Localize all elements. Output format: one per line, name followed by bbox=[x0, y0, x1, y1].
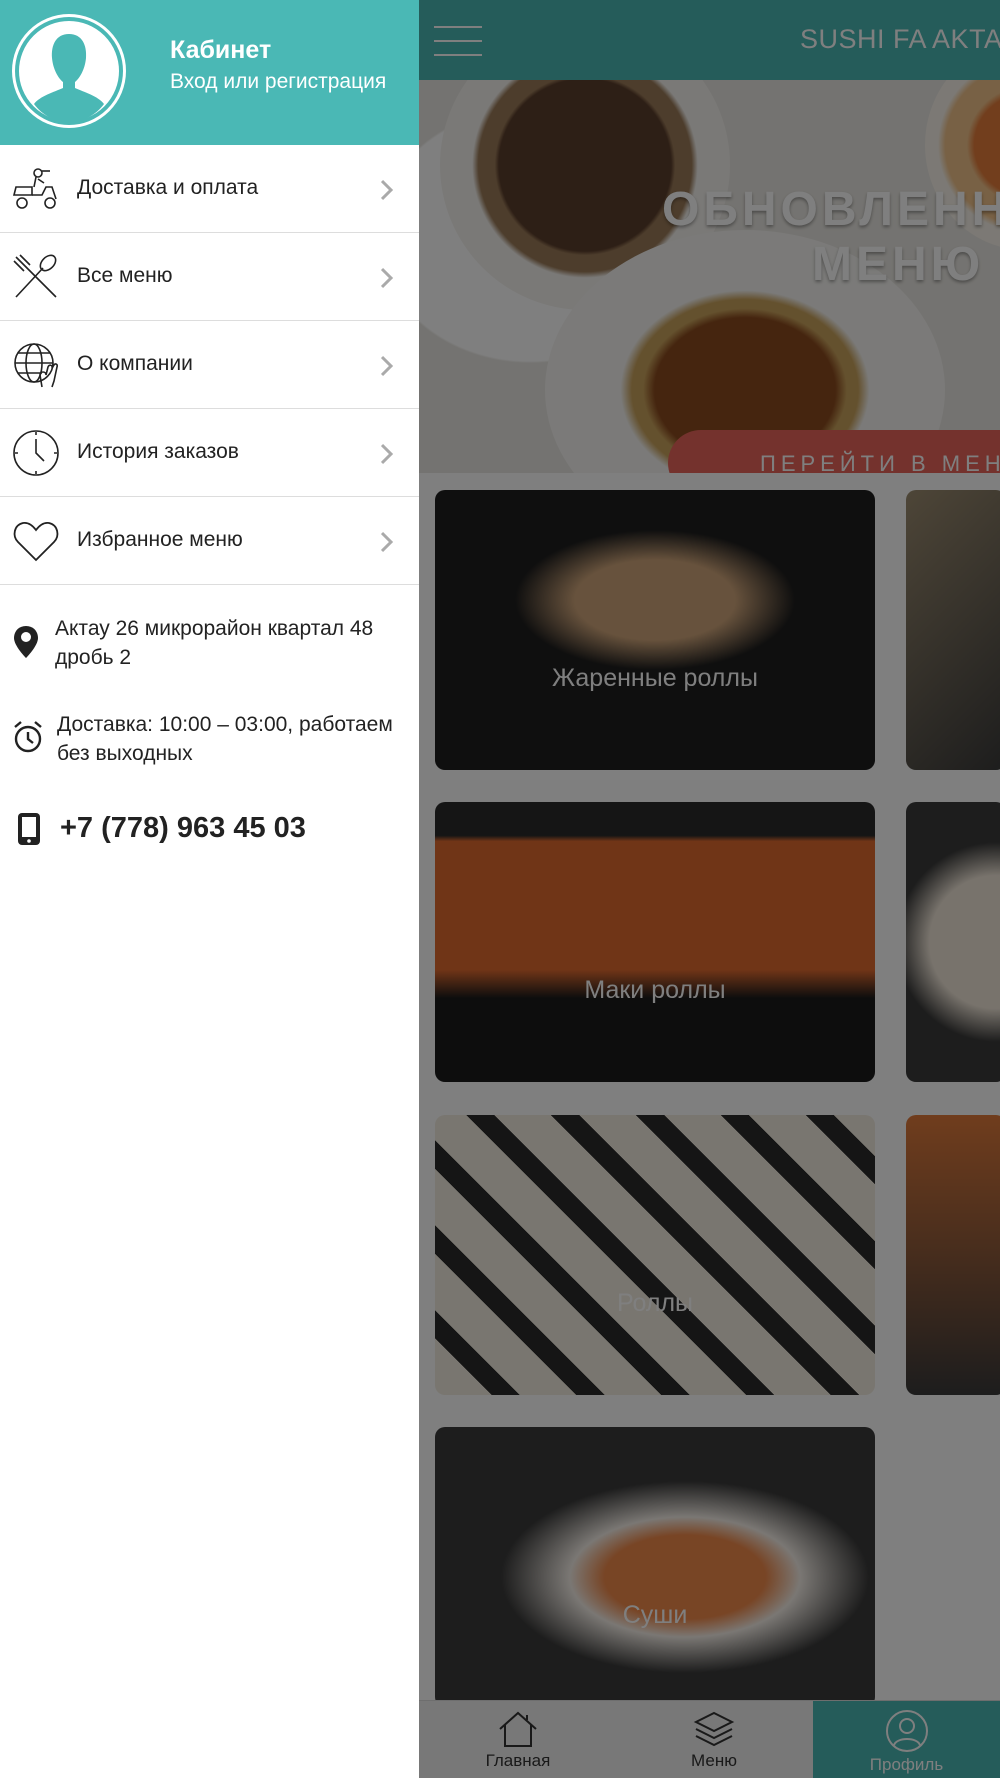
drawer-item-favorites[interactable]: Избранное меню bbox=[0, 497, 419, 585]
drawer-item-label: Все меню bbox=[77, 264, 173, 287]
map-pin-icon bbox=[14, 626, 38, 658]
user-silhouette-icon bbox=[15, 17, 123, 125]
drawer-item-all-menu[interactable]: Все меню bbox=[0, 233, 419, 321]
delivery-scooter-icon bbox=[12, 168, 57, 209]
drawer-item-about[interactable]: О компании bbox=[0, 321, 419, 409]
fork-spoon-icon bbox=[13, 254, 57, 298]
drawer-item-delivery[interactable]: Доставка и оплата bbox=[0, 145, 419, 233]
side-drawer: Кабинет Вход или регистрация Доставка и … bbox=[0, 0, 419, 1778]
chevron-right-icon bbox=[380, 531, 394, 553]
drawer-item-order-history[interactable]: История заказов bbox=[0, 409, 419, 497]
drawer-item-label: История заказов bbox=[77, 440, 239, 463]
drawer-item-label: Доставка и оплата bbox=[77, 176, 259, 199]
drawer-header[interactable]: Кабинет Вход или регистрация bbox=[0, 0, 419, 145]
chevron-right-icon bbox=[380, 355, 394, 377]
phone-number-link[interactable]: +7 (778) 963 45 03 bbox=[60, 812, 306, 845]
clock-icon bbox=[13, 430, 59, 476]
alarm-clock-icon bbox=[14, 721, 42, 753]
chevron-right-icon bbox=[380, 179, 394, 201]
avatar[interactable] bbox=[12, 14, 126, 128]
mobile-phone-icon bbox=[18, 813, 40, 845]
delivery-hours-text: Доставка: 10:00 – 03:00, работаем без вы… bbox=[57, 713, 393, 765]
heart-icon bbox=[13, 521, 59, 562]
drawer-item-label: Избранное меню bbox=[77, 528, 243, 551]
drawer-item-label: О компании bbox=[77, 352, 193, 375]
cabinet-title: Кабинет bbox=[170, 36, 272, 64]
globe-hand-icon bbox=[14, 343, 58, 388]
address-text: Актау 26 микрорайон квартал 48 дробь 2 bbox=[55, 617, 374, 669]
chevron-right-icon bbox=[380, 267, 394, 289]
login-register-link[interactable]: Вход или регистрация bbox=[170, 70, 386, 94]
chevron-right-icon bbox=[380, 443, 394, 465]
